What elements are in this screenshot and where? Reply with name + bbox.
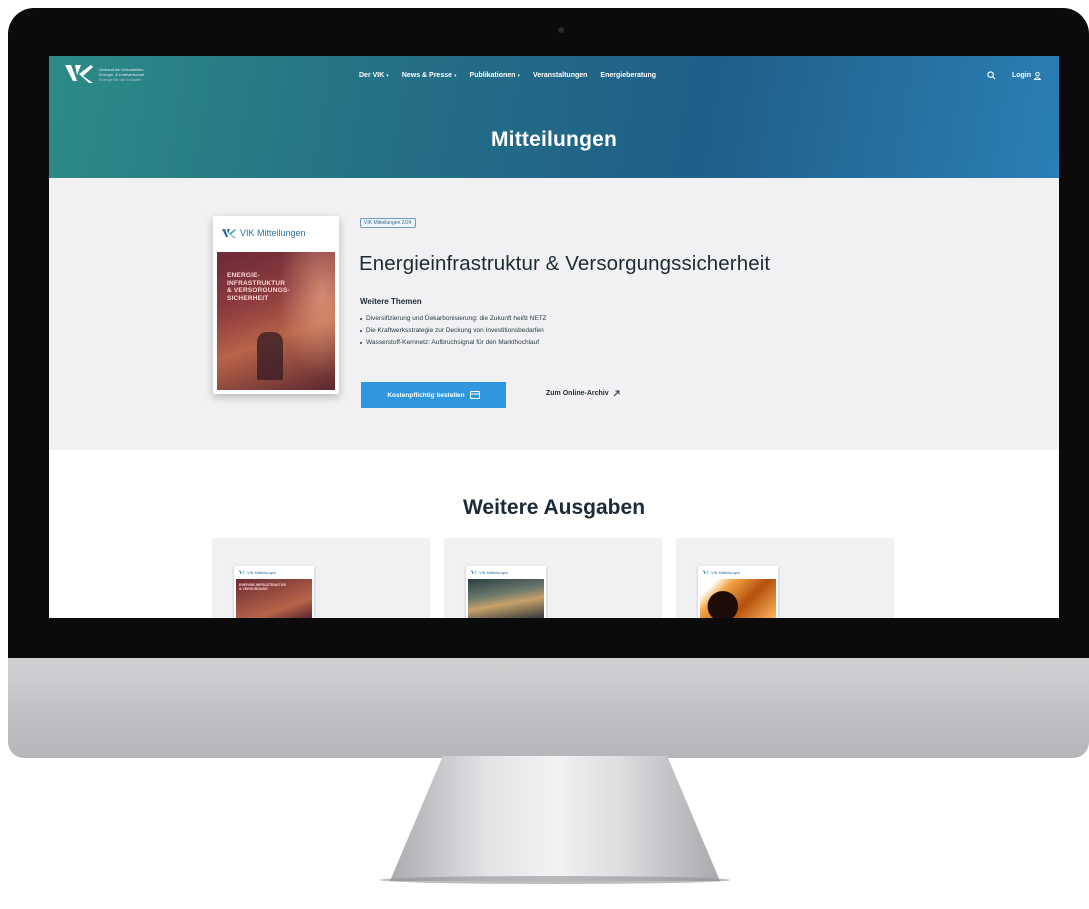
featured-title: Energieinfrastruktur & Versorgungssicher… [359,252,771,275]
more-issues-section: Weitere Ausgaben VIK Mitteilungen ENERGI… [49,450,1059,618]
nav-item-veranstaltungen[interactable]: Veranstaltungen [533,72,587,79]
main-nav: Der VIK ▾ News & Presse ▾ Publikationen … [359,72,656,79]
nav-item-news-presse[interactable]: News & Presse ▾ [402,72,457,79]
external-link-arrow-icon [613,390,620,397]
themes-label: Weitere Themen [360,297,422,306]
cover-headline-line: SICHERHEIT [227,294,269,302]
vik-logo-icon [222,228,236,238]
issue-card[interactable]: VIK Mitteilungen [676,538,894,618]
cover-headline: ENERGIE- INFRASTRUKTUR & VERSORGUNGS- SI… [227,272,290,302]
cover-brand-header: VIK Mitteilungen [213,216,339,250]
stand-shadow [380,876,730,884]
nav-item-energieberatung[interactable]: Energieberatung [600,72,656,79]
chevron-down-icon: ▾ [454,72,457,79]
cover-headline-line: INFRASTRUKTUR [227,279,286,287]
login-button[interactable]: Login [1011,71,1041,80]
vik-logo[interactable]: Verband der Industriellen Energie- & Kra… [65,63,144,85]
featured-issue: VIK Mitteilungen ENERGIE- INFRASTRUKTUR … [49,178,1059,450]
logo-tagline: Energie für die Industrie [99,76,142,82]
credit-card-icon [469,391,480,399]
issue-card[interactable]: VIK Mitteilungen [444,538,662,618]
cover-headline-line: & VERSORGUNGS- [227,287,290,294]
nav-item-label: Publikationen [469,72,516,79]
topic-item: Wasserstoff-Kernnetz: Aufbruchsignal für… [360,337,547,349]
more-issues-title: Weitere Ausgaben [462,496,646,519]
nav-item-label: Energieberatung [600,72,657,79]
featured-cover-image[interactable]: VIK Mitteilungen ENERGIE- INFRASTRUKTUR … [213,216,339,394]
hero-header: Verband der Industriellen Energie- & Kra… [49,56,1059,178]
issue-card-brand: VIK Mitteilungen [247,569,277,575]
vik-logo-icon [703,570,709,574]
issue-badge: VIK Mitteilungen 2/24 [360,218,416,228]
nav-item-der-vik[interactable]: Der VIK ▾ [359,72,389,79]
chevron-down-icon: ▾ [386,72,389,79]
issue-card-brand: VIK Mitteilungen [479,569,509,575]
vik-logo-icon [65,65,93,83]
archive-link-label: Zum Online-Archiv [546,390,609,397]
order-button-label: Kostenpflichtig bestellen [387,391,465,399]
vik-logo-icon [239,570,245,574]
nav-item-label: Veranstaltungen [532,72,588,79]
nav-item-publikationen[interactable]: Publikationen ▾ [470,72,520,79]
issue-cards: VIK Mitteilungen ENERGIE-INFRASTRUKTUR &… [212,538,894,618]
login-label: Login [1011,72,1031,79]
online-archive-link[interactable]: Zum Online-Archiv [546,390,620,397]
cover-photo: ENERGIE- INFRASTRUKTUR & VERSORGUNGS- SI… [217,252,335,390]
issue-card-cover: VIK Mitteilungen [698,566,778,618]
topic-item: Diversifizierung und Dekarbonisierung: d… [360,313,547,325]
order-button[interactable]: Kostenpflichtig bestellen [361,382,506,408]
nav-item-label: Der VIK [359,72,385,79]
search-icon[interactable] [987,71,996,80]
header-actions: Login [987,71,1041,80]
user-icon [1034,71,1041,80]
issue-card-brand: VIK Mitteilungen [711,569,741,575]
cover-worker-silhouette [257,332,283,380]
vik-logo-icon [471,570,477,574]
cover-headline-line: ENERGIE- [227,272,261,279]
page-title: Mitteilungen [490,128,618,151]
website-screen: Verband der Industriellen Energie- & Kra… [49,56,1059,618]
monitor-chin [8,658,1089,758]
cover-brand-text: VIK Mitteilungen [240,228,306,238]
issue-card[interactable]: VIK Mitteilungen ENERGIE-INFRASTRUKTUR &… [212,538,430,618]
camera-dot [558,27,564,33]
issue-card-cover: VIK Mitteilungen ENERGIE-INFRASTRUKTUR &… [234,566,314,618]
nav-item-label: News & Presse [401,72,453,79]
issue-card-cover-text: ENERGIE-INFRASTRUKTUR & VERSORGUNG [239,583,286,591]
topics-list: Diversifizierung und Dekarbonisierung: d… [360,313,547,349]
issue-card-cover: VIK Mitteilungen [466,566,546,618]
topic-item: Die Kraftwerksstrategie zur Deckung von … [360,325,547,337]
chevron-down-icon: ▾ [517,72,520,79]
monitor-stand [390,756,720,881]
